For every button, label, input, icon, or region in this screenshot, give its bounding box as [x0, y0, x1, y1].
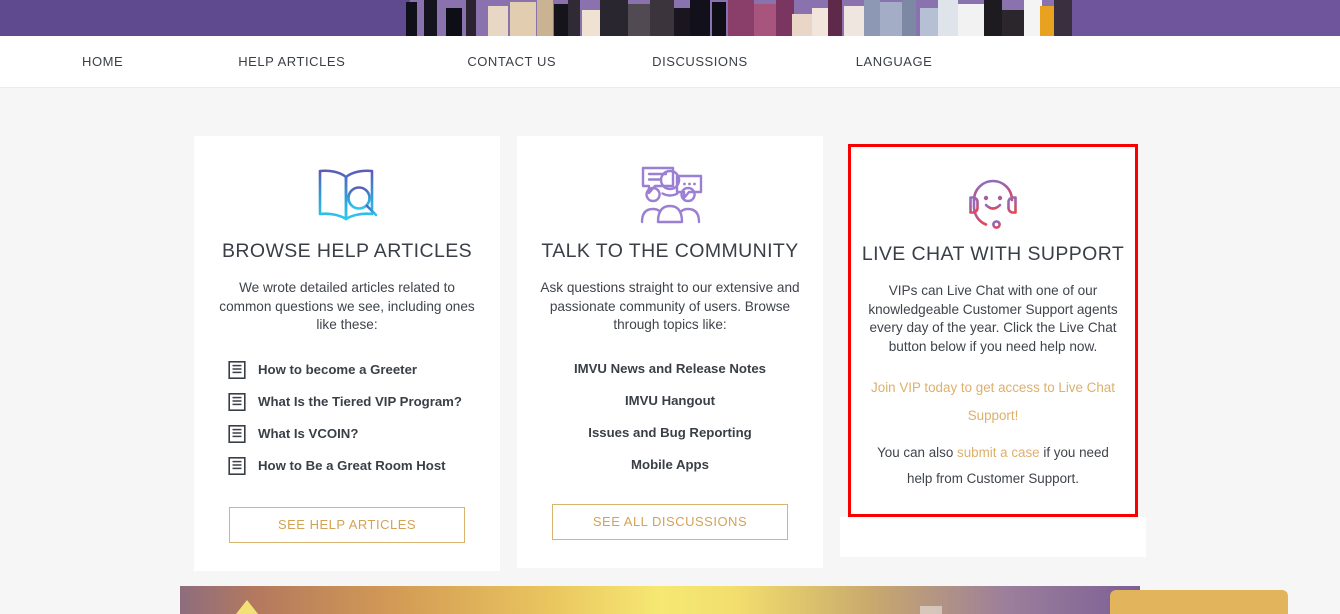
nav-item-language[interactable]: LANGUAGE: [856, 54, 933, 69]
nav-item-help-articles[interactable]: HELP ARTICLES: [238, 54, 345, 69]
list-item[interactable]: What Is the Tiered VIP Program?: [216, 392, 478, 411]
card-bottom-spacer: [840, 517, 1146, 557]
nav-item-discussions[interactable]: DISCUSSIONS: [652, 54, 748, 69]
see-help-articles-button[interactable]: SEE HELP ARTICLES: [229, 506, 465, 543]
list-item-label: What Is VCOIN?: [258, 426, 359, 441]
book-search-icon: [310, 162, 384, 228]
chevron-up-icon: [236, 600, 258, 614]
vip-promo-block: Join VIP today to get access to Live Cha…: [867, 374, 1119, 430]
list-item[interactable]: How to Be a Great Room Host: [216, 456, 478, 475]
live-chat-highlight-box: LIVE CHAT WITH SUPPORT VIPs can Live Cha…: [848, 144, 1138, 517]
document-icon: [228, 360, 246, 379]
see-all-discussions-button[interactable]: SEE ALL DISCUSSIONS: [552, 503, 788, 540]
document-icon: [228, 456, 246, 475]
list-item-label: What Is the Tiered VIP Program?: [258, 394, 462, 409]
support-cards-row: BROWSE HELP ARTICLES We wrote detailed a…: [194, 136, 1146, 571]
list-item[interactable]: Issues and Bug Reporting: [539, 425, 801, 440]
list-item[interactable]: How to become a Greeter: [216, 360, 478, 379]
hero-avatar-figures: [0, 0, 1340, 36]
gold-action-button[interactable]: [1110, 590, 1288, 614]
submit-a-case-link[interactable]: submit a case: [957, 445, 1040, 460]
card-title-live-chat: LIVE CHAT WITH SUPPORT: [861, 243, 1125, 265]
bottom-promo-area: [0, 586, 1340, 614]
list-item-label: How to become a Greeter: [258, 362, 418, 377]
list-item-label: How to Be a Great Room Host: [258, 458, 446, 473]
banner-notch: [920, 606, 942, 614]
main-content: BROWSE HELP ARTICLES We wrote detailed a…: [0, 88, 1340, 614]
join-vip-link[interactable]: Join VIP today to get access to Live Cha…: [867, 374, 1119, 430]
list-item[interactable]: What Is VCOIN?: [216, 424, 478, 443]
submit-case-prefix: You can also: [877, 445, 958, 460]
card-live-chat-with-support: LIVE CHAT WITH SUPPORT VIPs can Live Cha…: [840, 136, 1146, 558]
list-item[interactable]: Mobile Apps: [539, 457, 801, 472]
document-icon: [228, 424, 246, 443]
help-articles-list: How to become a Greeter What Is the Tier…: [216, 360, 478, 475]
card-description-help: We wrote detailed articles related to co…: [219, 280, 475, 332]
card-title-help: BROWSE HELP ARTICLES: [221, 240, 473, 262]
document-icon: [228, 392, 246, 411]
card-browse-help-articles: BROWSE HELP ARTICLES We wrote detailed a…: [194, 136, 500, 571]
submit-case-text: You can also submit a case if you need h…: [867, 440, 1119, 492]
card-title-community: TALK TO THE COMMUNITY: [541, 240, 799, 262]
hero-banner: [0, 0, 1340, 36]
community-topics-list: IMVU News and Release Notes IMVU Hangout…: [539, 361, 801, 472]
card-talk-to-community: TALK TO THE COMMUNITY Ask questions stra…: [517, 136, 823, 568]
list-item[interactable]: IMVU Hangout: [539, 393, 801, 408]
promo-gradient-banner[interactable]: [180, 586, 1140, 614]
list-item[interactable]: IMVU News and Release Notes: [539, 361, 801, 376]
nav-item-home[interactable]: HOME: [82, 54, 123, 69]
nav-item-contact-us[interactable]: CONTACT US: [467, 54, 556, 69]
card-description-community: Ask questions straight to our extensive …: [540, 280, 800, 332]
community-chat-icon: [633, 162, 707, 228]
card-description-live-chat: VIPs can Live Chat with one of our knowl…: [868, 283, 1118, 354]
main-navigation: HOME HELP ARTICLES CONTACT US DISCUSSION…: [0, 36, 1340, 88]
headset-support-icon: [958, 165, 1028, 231]
